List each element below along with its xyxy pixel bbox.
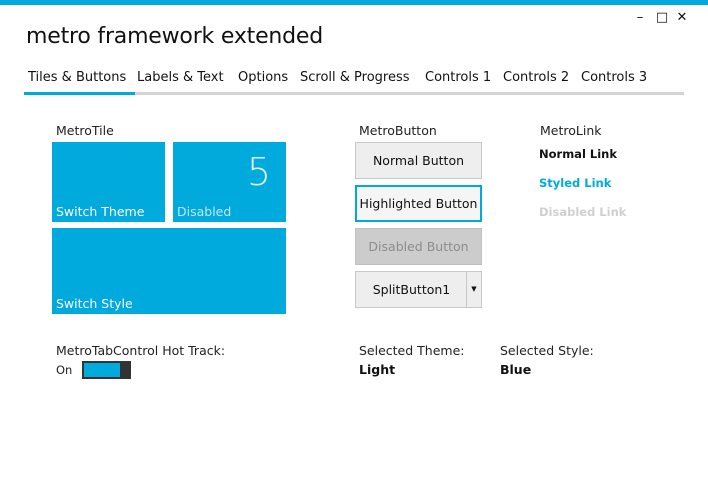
split-button[interactable]: SplitButton1 ▼ [355,271,482,308]
tab-controls-3[interactable]: Controls 3 [581,70,647,85]
app-title: metro framework extended [26,24,324,49]
tab-controls-1[interactable]: Controls 1 [425,70,491,85]
selected-style-label: Selected Style: [500,343,594,358]
tab-controls-2[interactable]: Controls 2 [503,70,569,85]
tile-text: Disabled [177,204,232,219]
metro-tile-label: MetroTile [56,123,114,138]
disabled-button: Disabled Button [355,228,482,265]
toggle-fill [84,363,120,377]
hot-track-toggle[interactable] [82,361,131,379]
highlighted-button[interactable]: Highlighted Button [355,185,482,222]
toggle-state-label: On [56,363,73,377]
disabled-link: Disabled Link [539,205,627,219]
disabled-tile: 5 Disabled [173,142,286,222]
tab-tiles-buttons[interactable]: Tiles & Buttons [28,70,126,85]
normal-button[interactable]: Normal Button [355,142,482,179]
tab-labels-text[interactable]: Labels & Text [137,70,224,85]
maximize-icon[interactable]: □ [654,10,670,26]
tab-scroll-progress[interactable]: Scroll & Progress [300,70,410,85]
close-icon[interactable]: ✕ [674,10,690,26]
tab-options[interactable]: Options [238,70,288,85]
normal-link[interactable]: Normal Link [539,147,617,161]
split-button-label: SplitButton1 [372,282,451,297]
selected-theme-value: Light [359,362,396,377]
tile-text: Switch Theme [56,204,145,219]
accent-top-bar [0,0,708,5]
metro-button-label: MetroButton [359,123,437,138]
switch-theme-tile[interactable]: Switch Theme [52,142,165,222]
hot-track-label: MetroTabControl Hot Track: [56,343,226,358]
styled-link[interactable]: Styled Link [539,176,611,190]
tile-count: 5 [246,150,271,194]
tile-text: Switch Style [56,296,133,311]
selected-style-value: Blue [500,362,532,377]
minimize-icon[interactable]: – [632,10,648,26]
dropdown-arrow-icon[interactable]: ▼ [466,272,481,307]
selected-theme-label: Selected Theme: [359,343,465,358]
switch-style-tile[interactable]: Switch Style [52,228,286,314]
metro-link-label: MetroLink [540,123,602,138]
active-tab-indicator [24,92,135,95]
